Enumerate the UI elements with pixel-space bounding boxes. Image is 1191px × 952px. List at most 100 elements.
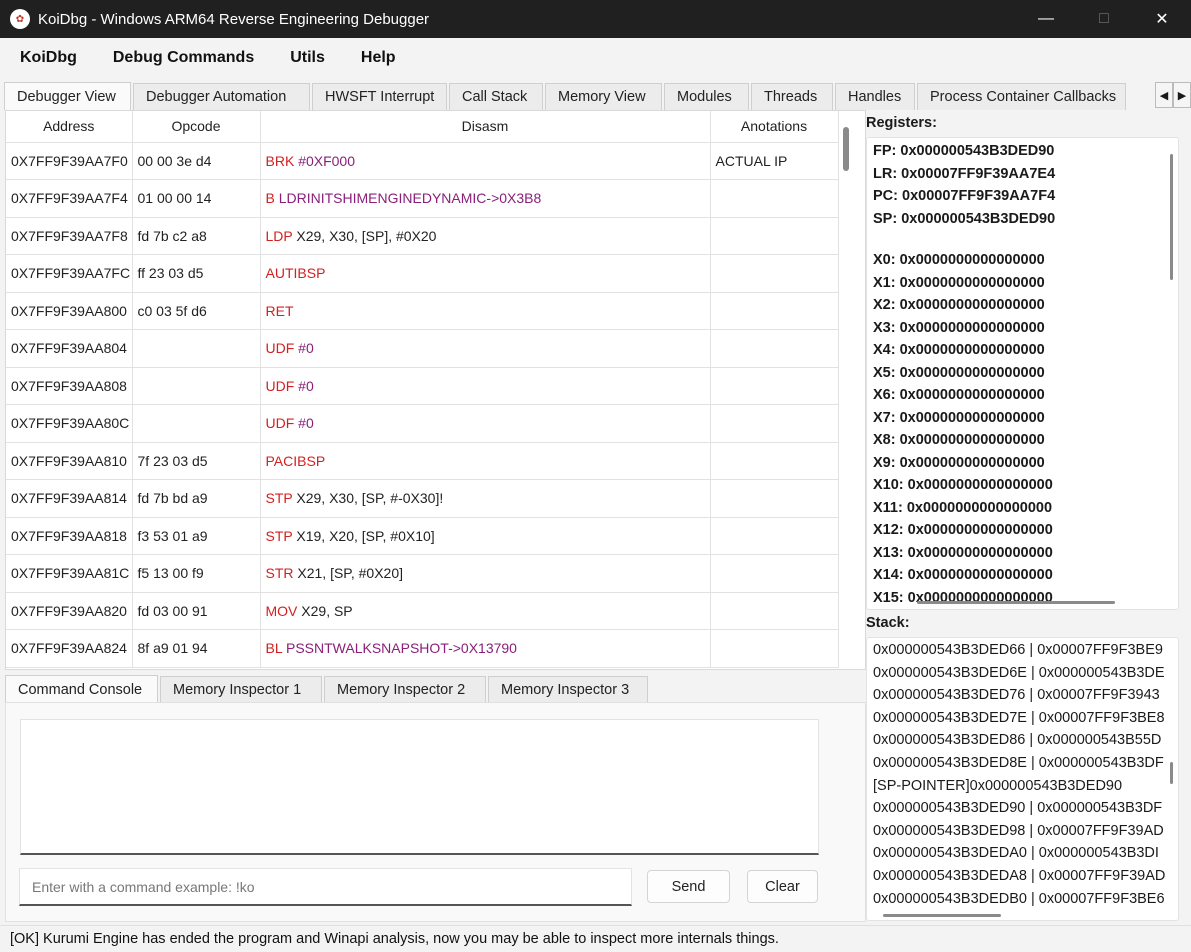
close-button[interactable]: ✕ [1133, 0, 1191, 38]
mnemonic: LDP [265, 227, 293, 244]
column-header-opcode[interactable]: Opcode [132, 111, 261, 143]
operands: X29, X30, [SP], #0X20 [296, 227, 437, 244]
operands: #0 [298, 340, 314, 357]
register-spacer [873, 230, 1055, 249]
table-row[interactable]: 0X7FF9F39AA80C UDF #0 [6, 404, 839, 443]
mnemonic: UDF [265, 377, 295, 394]
stack-entry: 0x000000543B3DEDB0 | 0x00007FF9F3BE6 [873, 890, 1165, 907]
disasm-header-row: Address Opcode Disasm Anotations [6, 111, 839, 143]
tab-debugger-view[interactable]: Debugger View [4, 82, 131, 110]
clear-button[interactable]: Clear [747, 870, 818, 903]
tab-scroll-left-icon[interactable]: ◀ [1155, 82, 1173, 108]
title-bar: ✿ KoiDbg - Windows ARM64 Reverse Enginee… [0, 0, 1191, 38]
menu-help[interactable]: Help [343, 49, 414, 67]
column-header-annotations[interactable]: Anotations [710, 111, 839, 143]
disasm-instruction-cell: MOV X29, SP [260, 592, 711, 630]
table-row[interactable]: 0X7FF9F39AA810 7f 23 03 d5 PACIBSP [6, 442, 839, 480]
stack-entry: 0x000000543B3DED66 | 0x00007FF9F3BE9 [873, 642, 1163, 658]
register-entry: SP: 0x000000543B3DED90 [873, 210, 1056, 227]
register-entry: X4: 0x0000000000000000 [873, 342, 1045, 358]
table-row[interactable]: 0X7FF9F39AA81C f5 13 00 f9 STR X21, [SP, #… [6, 554, 839, 593]
tab-debugger-automation[interactable]: Debugger Automation [133, 83, 310, 110]
tab-memory-view[interactable]: Memory View [545, 83, 662, 110]
table-row[interactable]: 0X7FF9F39AA800 c0 03 5f d6 RET [6, 292, 839, 330]
disasm-address-cell: 0X7FF9F39AA804 [6, 329, 133, 368]
tab-memory-inspector-3[interactable]: Memory Inspector 3 [488, 676, 648, 703]
disasm-address-cell: 0X7FF9F39AA800 [6, 292, 133, 330]
registers-panel: FP: 0x000000543B3DED90 LR: 0x00007FF9F39A… [866, 137, 1179, 610]
disasm-opcode-cell: f5 13 00 f9 [132, 554, 261, 593]
stack-list: 0x000000543B3DED66 | 0x00007FF9F3BE9 0x00… [873, 639, 1165, 910]
stack-scrollbar-vertical[interactable] [1170, 762, 1173, 784]
command-input[interactable] [19, 868, 632, 906]
column-header-address[interactable]: Address [6, 111, 133, 143]
registers-scrollbar-horizontal[interactable] [917, 601, 1115, 604]
tab-modules[interactable]: Modules [664, 83, 749, 110]
console-output[interactable] [20, 719, 819, 855]
table-row[interactable]: 0X7FF9F39AA804 UDF #0 [6, 329, 839, 368]
menu-bar: KoiDbg Debug Commands Utils Help [0, 38, 1191, 78]
mnemonic: BL [265, 640, 283, 657]
operands: #0XF000 [298, 152, 356, 169]
register-entry: FP: 0x000000543B3DED90 [873, 143, 1055, 159]
register-entry: PC: 0x00007FF9F39AA7F4 [873, 188, 1056, 204]
disasm-instruction-cell: BRK #0XF000 [260, 142, 711, 180]
disasm-annotation-cell [710, 292, 839, 330]
table-row[interactable]: 0X7FF9F39AA7F0 00 00 3e d4 BRK #0XF000 ACTU… [6, 142, 839, 180]
menu-utils[interactable]: Utils [272, 49, 343, 67]
disasm-scrollbar[interactable] [843, 127, 849, 171]
tab-hwsft-interrupt[interactable]: HWSFT Interrupt [312, 83, 447, 110]
table-row[interactable]: 0X7FF9F39AA7F4 01 00 00 14 B LDRINITSHIMEN… [6, 179, 839, 218]
tab-memory-inspector-2[interactable]: Memory Inspector 2 [324, 676, 486, 703]
table-row[interactable]: 0X7FF9F39AA7FC ff 23 03 d5 AUTIBSP [6, 254, 839, 293]
maximize-button[interactable]: □ [1075, 0, 1133, 38]
disasm-instruction-cell: STR X21, [SP, #0X20] [260, 554, 711, 593]
koi-logo-icon: ✿ [10, 9, 30, 29]
register-entry: X15: 0x0000000000000000 [873, 589, 1053, 606]
disasm-address-cell: 0X7FF9F39AA81C [6, 554, 133, 593]
disasm-opcode-cell [132, 329, 261, 368]
minimize-button[interactable]: — [1017, 0, 1075, 38]
registers-scrollbar-vertical[interactable] [1170, 154, 1173, 280]
register-entry: X2: 0x0000000000000000 [873, 297, 1045, 313]
stack-scrollbar-horizontal[interactable] [883, 914, 1001, 917]
disasm-address-cell: 0X7FF9F39AA820 [6, 592, 133, 630]
disasm-annotation-cell [710, 592, 839, 630]
mnemonic: PACIBSP [265, 452, 326, 469]
disasm-annotation-cell [710, 179, 839, 218]
tab-command-console[interactable]: Command Console [5, 675, 158, 703]
window-title: KoiDbg - Windows ARM64 Reverse Engineeri… [38, 10, 430, 28]
register-entry: X8: 0x0000000000000000 [873, 432, 1045, 448]
disasm-annotation-cell [710, 517, 839, 555]
table-row[interactable]: 0X7FF9F39AA824 8f a9 01 94 BL PSSNTWALKSNA… [6, 629, 839, 668]
disasm-opcode-cell: fd 03 00 91 [132, 592, 261, 630]
tab-call-stack[interactable]: Call Stack [449, 83, 543, 110]
tab-process-container-callbacks[interactable]: Process Container Callbacks [917, 83, 1126, 110]
menu-debug-commands[interactable]: Debug Commands [95, 49, 272, 67]
table-row[interactable]: 0X7FF9F39AA808 UDF #0 [6, 367, 839, 405]
menu-koidbg[interactable]: KoiDbg [0, 49, 95, 67]
disasm-opcode-cell: 7f 23 03 d5 [132, 442, 261, 480]
registers-list: FP: 0x000000543B3DED90 LR: 0x00007FF9F39A… [873, 140, 1055, 609]
disasm-instruction-cell: BL PSSNTWALKSNAPSHOT->0X13790 [260, 629, 711, 668]
send-button[interactable]: Send [647, 870, 730, 903]
tab-memory-inspector-1[interactable]: Memory Inspector 1 [160, 676, 322, 703]
table-row[interactable]: 0X7FF9F39AA818 f3 53 01 a9 STP X19, X20, [… [6, 517, 839, 555]
stack-entry: 0x000000543B3DEDA0 | 0x000000543B3DI [873, 845, 1159, 862]
disasm-instruction-cell: UDF #0 [260, 329, 711, 368]
disasm-opcode-cell: 01 00 00 14 [132, 179, 261, 218]
tab-threads[interactable]: Threads [751, 83, 833, 110]
disasm-opcode-cell: f3 53 01 a9 [132, 517, 261, 555]
table-row[interactable]: 0X7FF9F39AA7F8 fd 7b c2 a8 LDP X29, X30, [… [6, 217, 839, 255]
tab-scroll-right-icon[interactable]: ▶ [1173, 82, 1191, 108]
tab-handles[interactable]: Handles [835, 83, 915, 110]
table-row[interactable]: 0X7FF9F39AA814 fd 7b bd a9 STP X29, X30, [… [6, 479, 839, 518]
table-row[interactable]: 0X7FF9F39AA820 fd 03 00 91 MOV X29, SP [6, 592, 839, 630]
disasm-annotation-cell [710, 404, 839, 443]
disasm-address-cell: 0X7FF9F39AA814 [6, 479, 133, 518]
stack-entry: 0x000000543B3DED8E | 0x000000543B3DF [873, 754, 1164, 771]
operands: #0 [298, 415, 314, 432]
console-tab-bar: Command Console Memory Inspector 1 Memor… [5, 675, 648, 703]
column-header-disasm[interactable]: Disasm [260, 111, 711, 143]
register-entry: X12: 0x0000000000000000 [873, 522, 1053, 538]
